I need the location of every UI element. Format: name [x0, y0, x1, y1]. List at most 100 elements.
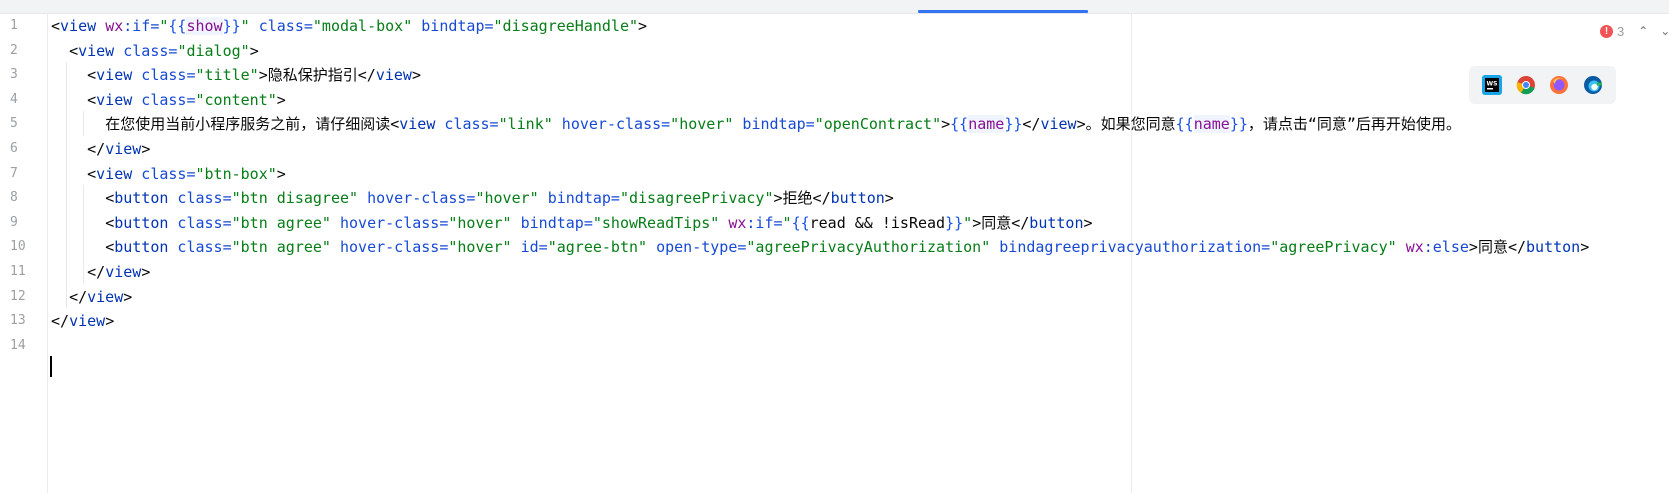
- line-number: 5: [10, 116, 18, 132]
- code-token: }}: [222, 17, 241, 35]
- line-number: 11: [10, 264, 26, 279]
- code-token: hover-class=: [330, 238, 449, 257]
- code-token: hover-class=: [552, 115, 671, 134]
- code-token: class=: [132, 90, 196, 109]
- line-number: 12: [10, 288, 26, 304]
- code-token: "showReadTips": [592, 213, 720, 232]
- code-token: class=: [132, 66, 196, 85]
- code-token: >: [638, 17, 648, 35]
- code-line: </view>: [51, 284, 132, 310]
- chevron-down-icon[interactable]: ⌄: [1660, 24, 1669, 38]
- code-token: >: [411, 66, 421, 85]
- line-number: 14: [10, 337, 26, 353]
- code-token: wx: [105, 17, 124, 35]
- code-token: 拒绝: [782, 189, 813, 208]
- code-line: <view class="btn-box">: [51, 161, 286, 187]
- code-token: >: [141, 263, 151, 281]
- code-token: view: [1040, 115, 1077, 134]
- line-number: 6: [10, 141, 18, 156]
- code-token: </: [69, 287, 88, 306]
- code-line: <button class="btn agree" hover-class="h…: [51, 234, 1589, 260]
- code-token: view: [105, 263, 142, 281]
- line-number: 8: [10, 190, 18, 206]
- code-line: 在您使用当前小程序服务之前，请仔细阅读<view class="link" ho…: [51, 111, 1461, 137]
- code-token: >: [1468, 238, 1478, 257]
- code-token: >: [773, 189, 783, 208]
- code-token: view: [105, 140, 142, 158]
- code-token: "modal-box": [312, 17, 413, 35]
- code-line: <view wx:if="{{show}}" class="modal-box"…: [51, 13, 647, 39]
- code-token: {{: [168, 17, 187, 35]
- problems-indicator[interactable]: ! 3 ⌃ ⌄: [1600, 22, 1669, 40]
- code-token: bindtap=: [412, 17, 494, 35]
- code-token: "agreePrivacyAuthorization": [746, 238, 991, 257]
- code-token: "hover": [670, 115, 734, 134]
- code-token: <: [69, 41, 79, 60]
- code-line: </view>: [51, 308, 114, 334]
- code-token: >: [258, 66, 268, 85]
- code-token: "disagreeHandle": [493, 17, 639, 35]
- code-token: 。如果您同意: [1085, 115, 1176, 134]
- line-number: 2: [10, 42, 18, 58]
- code-token: <: [87, 66, 97, 85]
- code-token: "hover": [448, 213, 512, 232]
- line-number: 1: [10, 18, 18, 33]
- code-token: </: [51, 312, 70, 331]
- code-token: </: [1507, 238, 1527, 257]
- indent-guide: [83, 185, 84, 284]
- code-token: >: [123, 287, 133, 306]
- code-token: >: [1580, 238, 1590, 257]
- problems-count: 3: [1617, 23, 1625, 39]
- code-token: bindtap=: [733, 115, 815, 134]
- code-token: class=: [168, 189, 232, 208]
- code-token: >: [1083, 213, 1093, 232]
- error-icon: !: [1600, 24, 1613, 38]
- code-token: view: [87, 287, 124, 306]
- code-token: view: [69, 312, 106, 331]
- code-token: <: [390, 115, 400, 134]
- code-token: :if=: [123, 17, 160, 35]
- chevron-up-icon[interactable]: ⌃: [1638, 24, 1648, 38]
- code-token: >: [249, 41, 259, 60]
- indent-guide: [66, 62, 67, 309]
- code-token: name: [968, 115, 1005, 134]
- code-token: </: [87, 263, 106, 281]
- edge-icon[interactable]: [1583, 75, 1603, 95]
- code-token: 同意: [1477, 238, 1508, 257]
- code-token: bindagreeprivacyauthorization=: [990, 238, 1271, 257]
- code-token: }}: [1229, 115, 1248, 134]
- code-token: button: [114, 238, 169, 257]
- code-token: ": [782, 213, 792, 232]
- code-token: view: [96, 66, 133, 85]
- code-token: hover-class=: [358, 189, 476, 208]
- code-token: "link": [498, 115, 553, 134]
- code-token: </: [1011, 213, 1030, 232]
- code-token: </: [87, 140, 106, 158]
- code-token: "agreePrivacy": [1270, 238, 1397, 257]
- code-token: view: [399, 115, 436, 134]
- code-token: view: [78, 41, 115, 60]
- code-token: "btn disagree": [231, 189, 359, 208]
- code-token: {{: [791, 213, 810, 232]
- webstorm-icon[interactable]: WS: [1482, 75, 1503, 95]
- code-token: >: [276, 164, 286, 183]
- code-token: 隐私保护指引: [267, 66, 358, 85]
- code-token: class=: [249, 17, 313, 35]
- code-token: 同意: [981, 213, 1012, 232]
- code-token: >: [105, 312, 115, 331]
- code-token: class=: [132, 164, 196, 183]
- code-token: <: [87, 90, 97, 109]
- chrome-icon[interactable]: [1516, 75, 1536, 95]
- firefox-icon[interactable]: [1549, 75, 1569, 95]
- code-token: >: [972, 213, 982, 232]
- code-token: <: [87, 164, 97, 183]
